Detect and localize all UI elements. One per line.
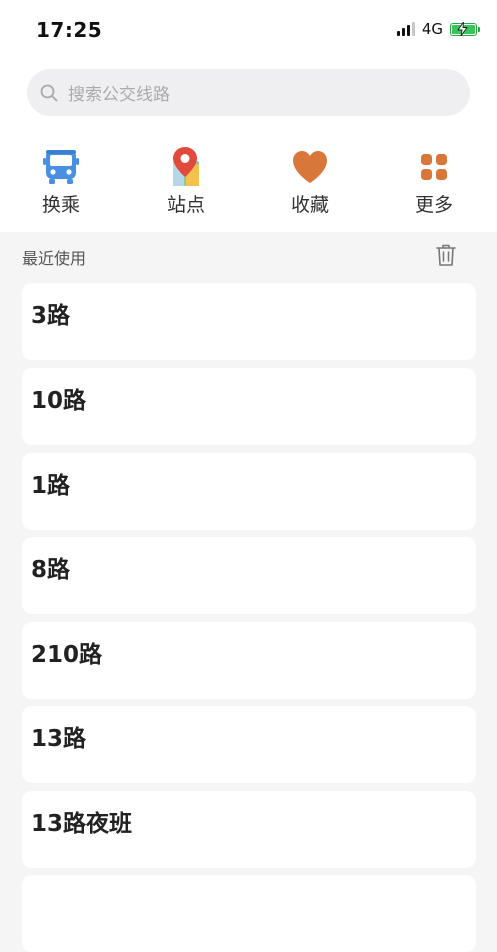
route-name: 8路 xyxy=(31,557,71,583)
route-name: 13路夜班 xyxy=(31,811,133,837)
route-item[interactable]: 10路 xyxy=(22,368,476,445)
heart-icon xyxy=(289,146,331,188)
route-name: 13路 xyxy=(31,726,87,752)
route-item[interactable]: 8路 xyxy=(22,537,476,614)
transfer-label: 换乘 xyxy=(41,194,80,216)
route-name: 1路 xyxy=(31,473,71,499)
favorites-label: 收藏 xyxy=(290,194,329,216)
network-type: 4G xyxy=(421,20,443,38)
route-item[interactable]: 210路 xyxy=(22,622,476,699)
recent-title: 最近使用 xyxy=(22,249,87,268)
more-label: 更多 xyxy=(414,194,453,216)
bus-icon xyxy=(40,146,82,188)
search-placeholder: 搜索公交线路 xyxy=(68,85,170,105)
charging-bolt-icon xyxy=(457,21,468,36)
favorites-button[interactable]: 收藏 xyxy=(265,140,355,217)
search-input[interactable]: 搜索公交线路 xyxy=(27,69,470,116)
recent-header: 最近使用 xyxy=(0,232,497,278)
status-time: 17:25 xyxy=(36,18,103,42)
route-item[interactable]: 13路 xyxy=(22,706,476,783)
route-name: 210路 xyxy=(31,642,103,668)
route-name: 3路 xyxy=(31,303,71,329)
route-item[interactable]: 1路 xyxy=(22,453,476,530)
trash-icon[interactable] xyxy=(435,243,457,267)
transfer-button[interactable]: 换乘 xyxy=(16,140,106,217)
search-icon xyxy=(39,83,59,103)
route-item[interactable]: 3路 xyxy=(22,283,476,360)
route-item-partial[interactable] xyxy=(22,875,476,952)
more-button[interactable]: 更多 xyxy=(389,140,479,217)
station-label: 站点 xyxy=(166,194,205,216)
route-name: 10路 xyxy=(31,388,87,414)
station-button[interactable]: 站点 xyxy=(141,140,231,217)
battery-icon xyxy=(450,21,480,36)
status-indicators: 4G xyxy=(396,20,480,38)
grid-icon xyxy=(413,146,455,188)
route-item[interactable]: 13路夜班 xyxy=(22,791,476,868)
map-pin-icon xyxy=(165,146,207,188)
cellular-signal-icon xyxy=(396,22,415,36)
quick-actions: 换乘 站点 收藏 更多 xyxy=(0,140,497,220)
status-bar: 17:25 4G xyxy=(0,0,497,60)
